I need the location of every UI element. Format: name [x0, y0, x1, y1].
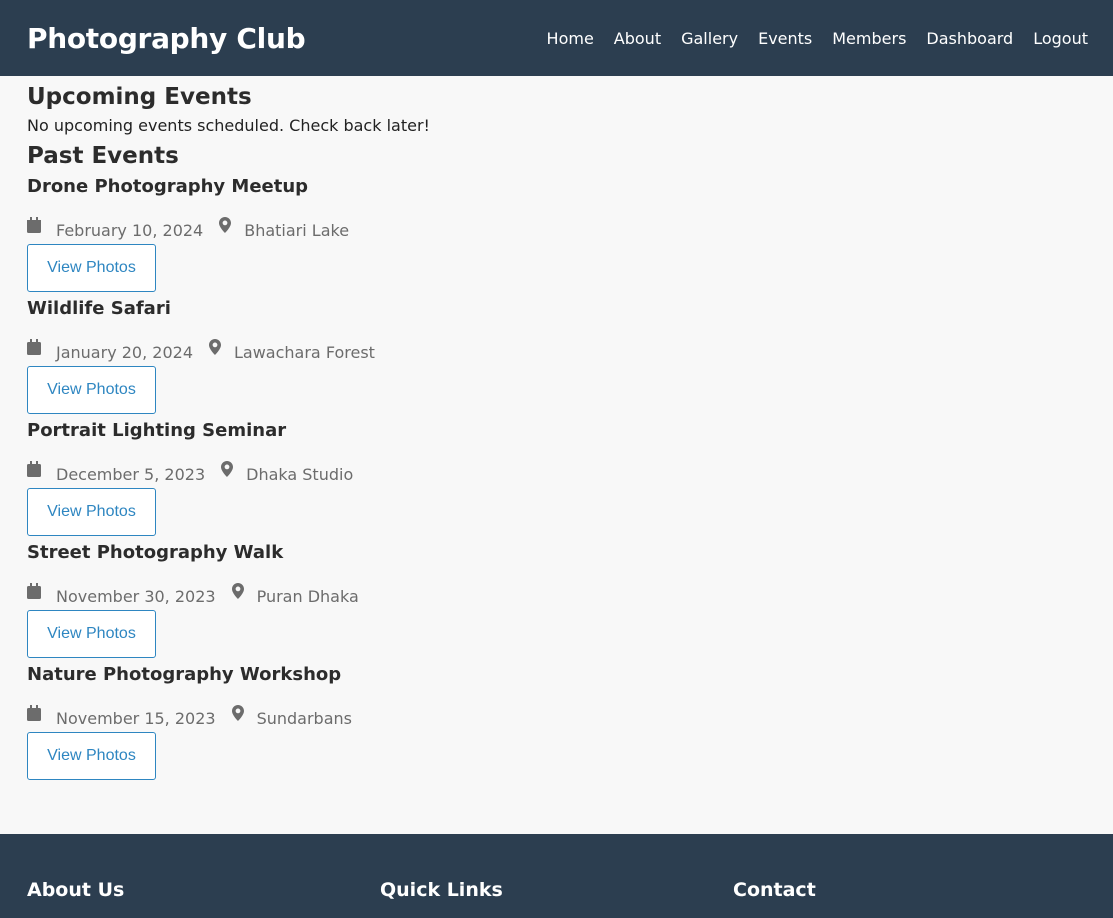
footer-about-heading: About Us	[27, 879, 125, 901]
event-title: Drone Photography Meetup	[27, 176, 309, 197]
site-brand[interactable]: Photography Club	[27, 22, 306, 55]
event-meta: February 10, 2024 Bhatiari Lake	[27, 199, 1086, 251]
map-marker-icon	[231, 705, 245, 721]
main-nav: Home About Gallery Events Members Dashbo…	[537, 29, 1098, 48]
calendar-icon	[27, 217, 41, 233]
view-photos-button[interactable]: View Photos	[27, 244, 156, 292]
view-photos-button[interactable]: View Photos	[27, 488, 156, 536]
calendar-icon	[27, 705, 41, 721]
nav-logout[interactable]: Logout	[1023, 29, 1098, 48]
past-events-heading: Past Events	[27, 143, 179, 169]
calendar-icon	[27, 461, 41, 477]
nav-gallery[interactable]: Gallery	[671, 29, 748, 48]
event-title: Wildlife Safari	[27, 298, 171, 319]
calendar-icon	[27, 339, 41, 355]
event-date: November 15, 2023	[56, 708, 216, 728]
event-item: Wildlife Safari January 20, 2024 Lawacha…	[27, 297, 1086, 419]
footer-quick-links-heading: Quick Links	[380, 879, 503, 901]
event-title: Portrait Lighting Seminar	[27, 420, 287, 441]
event-meta: January 20, 2024 Lawachara Forest	[27, 321, 1086, 373]
nav-dashboard[interactable]: Dashboard	[916, 29, 1023, 48]
nav-members[interactable]: Members	[822, 29, 916, 48]
event-location: Puran Dhaka	[256, 586, 359, 606]
event-title: Street Photography Walk	[27, 542, 284, 563]
event-item: Portrait Lighting Seminar December 5, 20…	[27, 419, 1086, 541]
nav-home[interactable]: Home	[537, 29, 604, 48]
event-date: November 30, 2023	[56, 586, 216, 606]
events-page: Upcoming Events No upcoming events sched…	[0, 76, 1113, 834]
map-marker-icon	[218, 217, 232, 233]
event-item: Drone Photography Meetup February 10, 20…	[27, 175, 1086, 297]
map-marker-icon	[220, 461, 234, 477]
view-photos-button[interactable]: View Photos	[27, 366, 156, 414]
event-location: Lawachara Forest	[234, 342, 375, 362]
event-item: Street Photography Walk November 30, 202…	[27, 541, 1086, 663]
site-header: Photography Club Home About Gallery Even…	[0, 0, 1113, 76]
map-marker-icon	[231, 583, 245, 599]
site-footer: About Us Quick Links Contact	[0, 834, 1113, 918]
event-title: Nature Photography Workshop	[27, 664, 342, 685]
footer-contact-heading: Contact	[733, 879, 816, 901]
event-item: Nature Photography Workshop November 15,…	[27, 663, 1086, 785]
event-meta: December 5, 2023 Dhaka Studio	[27, 443, 1086, 495]
event-meta: November 15, 2023 Sundarbans	[27, 687, 1086, 739]
nav-events[interactable]: Events	[748, 29, 822, 48]
event-date: January 20, 2024	[56, 342, 193, 362]
upcoming-events-heading: Upcoming Events	[27, 84, 252, 110]
event-location: Sundarbans	[256, 708, 352, 728]
event-location: Dhaka Studio	[246, 464, 354, 484]
view-photos-button[interactable]: View Photos	[27, 610, 156, 658]
event-date: December 5, 2023	[56, 464, 206, 484]
no-upcoming-message: No upcoming events scheduled. Check back…	[27, 116, 430, 135]
event-location: Bhatiari Lake	[244, 220, 350, 240]
calendar-icon	[27, 583, 41, 599]
view-photos-button[interactable]: View Photos	[27, 732, 156, 780]
event-date: February 10, 2024	[56, 220, 204, 240]
event-meta: November 30, 2023 Puran Dhaka	[27, 565, 1086, 617]
map-marker-icon	[208, 339, 222, 355]
nav-about[interactable]: About	[604, 29, 671, 48]
